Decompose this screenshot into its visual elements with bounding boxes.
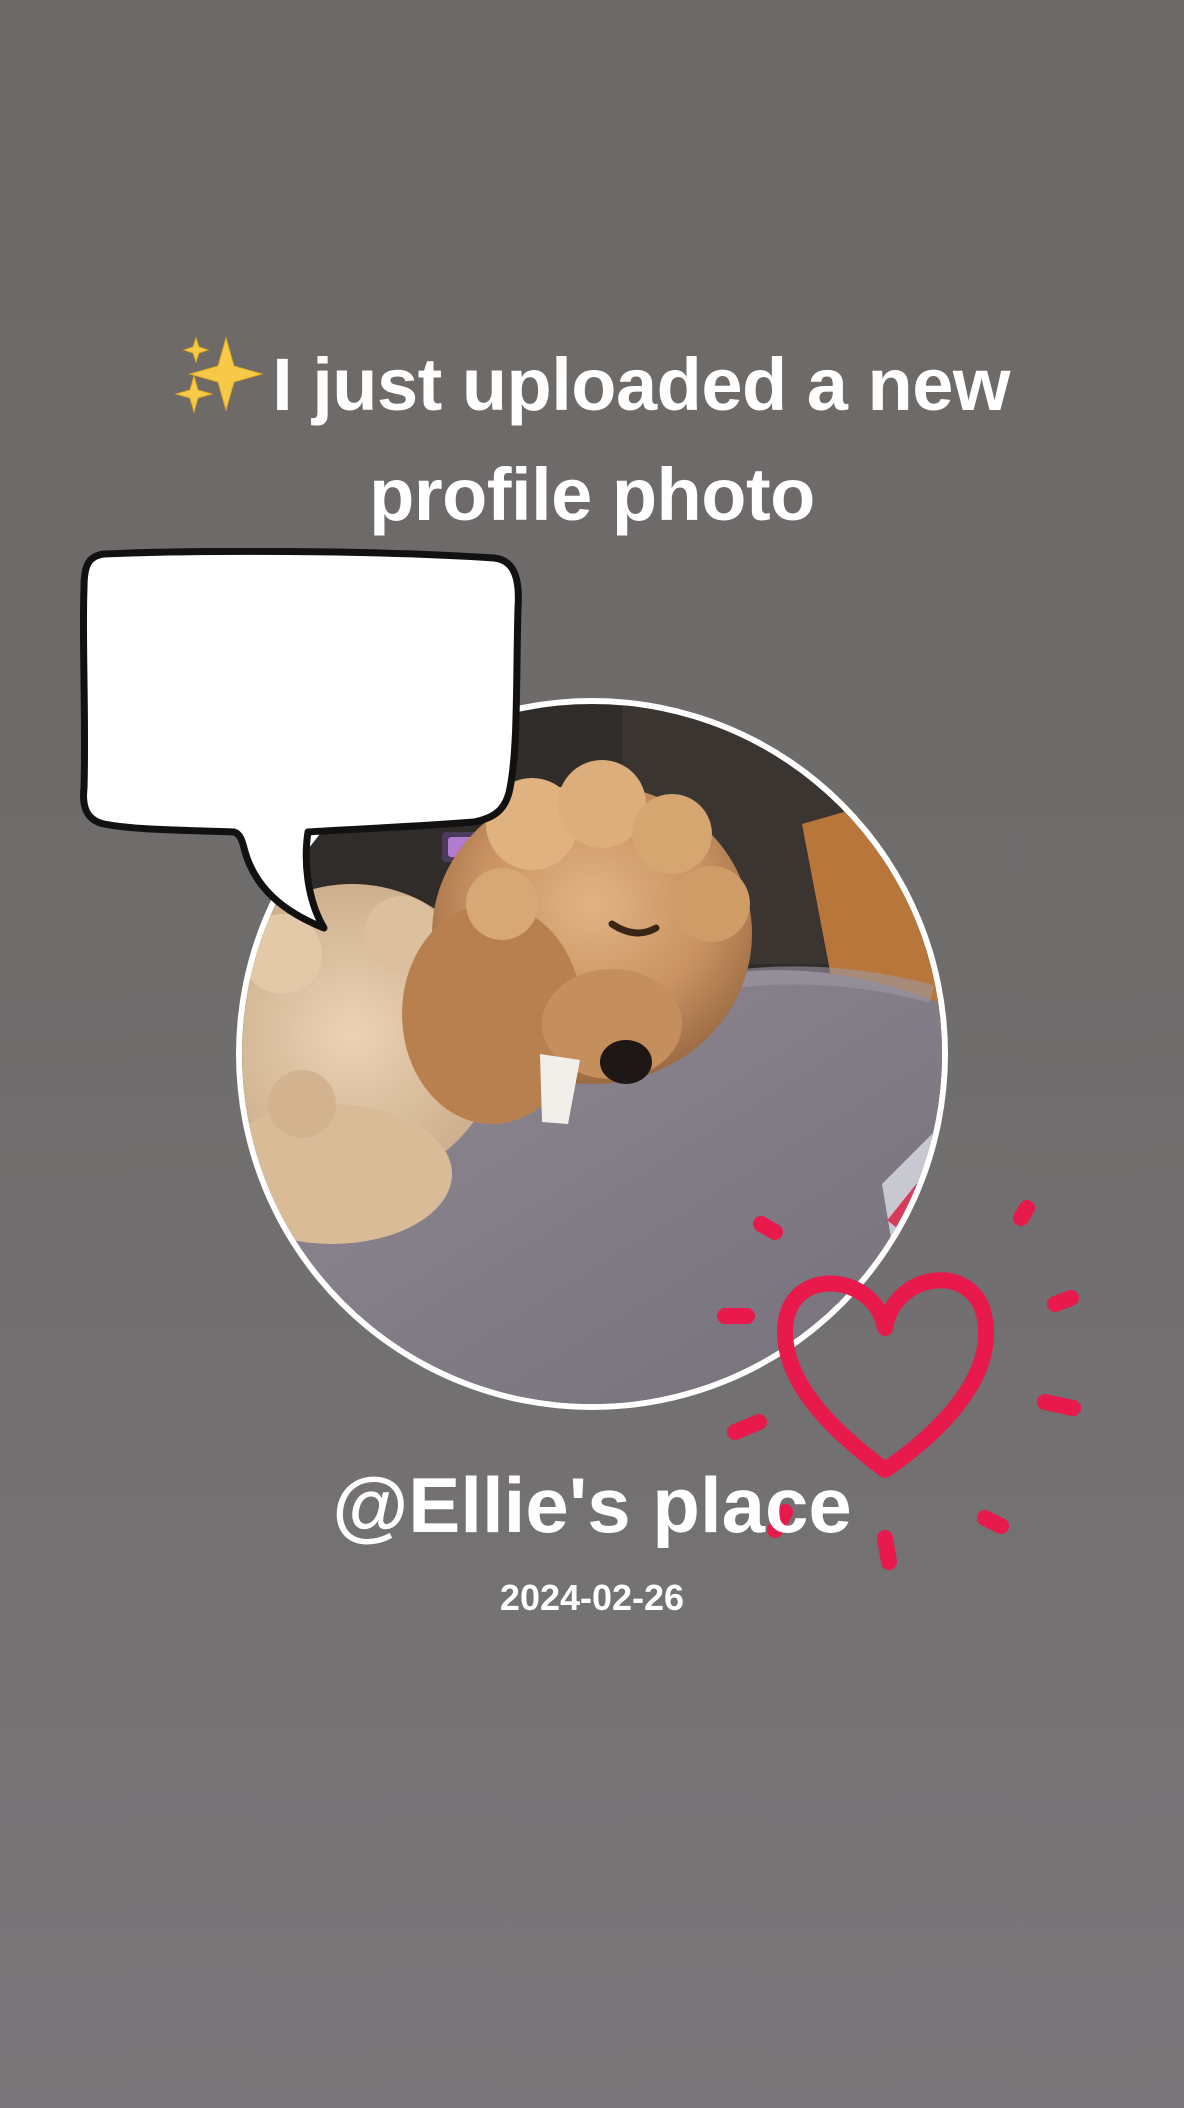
username-label: @Ellie's place [332, 1461, 852, 1549]
post-date: 2024-02-26 [499, 1577, 685, 1618]
speech-bubble-sticker[interactable] [74, 548, 524, 938]
headline-text: I just uploaded a new profile photo [272, 343, 1010, 536]
story-screen: I just uploaded a new profile photo @Ell… [0, 0, 1184, 2108]
story-headline: I just uploaded a new profile photo [60, 330, 1124, 550]
sparkles-icon [174, 336, 266, 416]
